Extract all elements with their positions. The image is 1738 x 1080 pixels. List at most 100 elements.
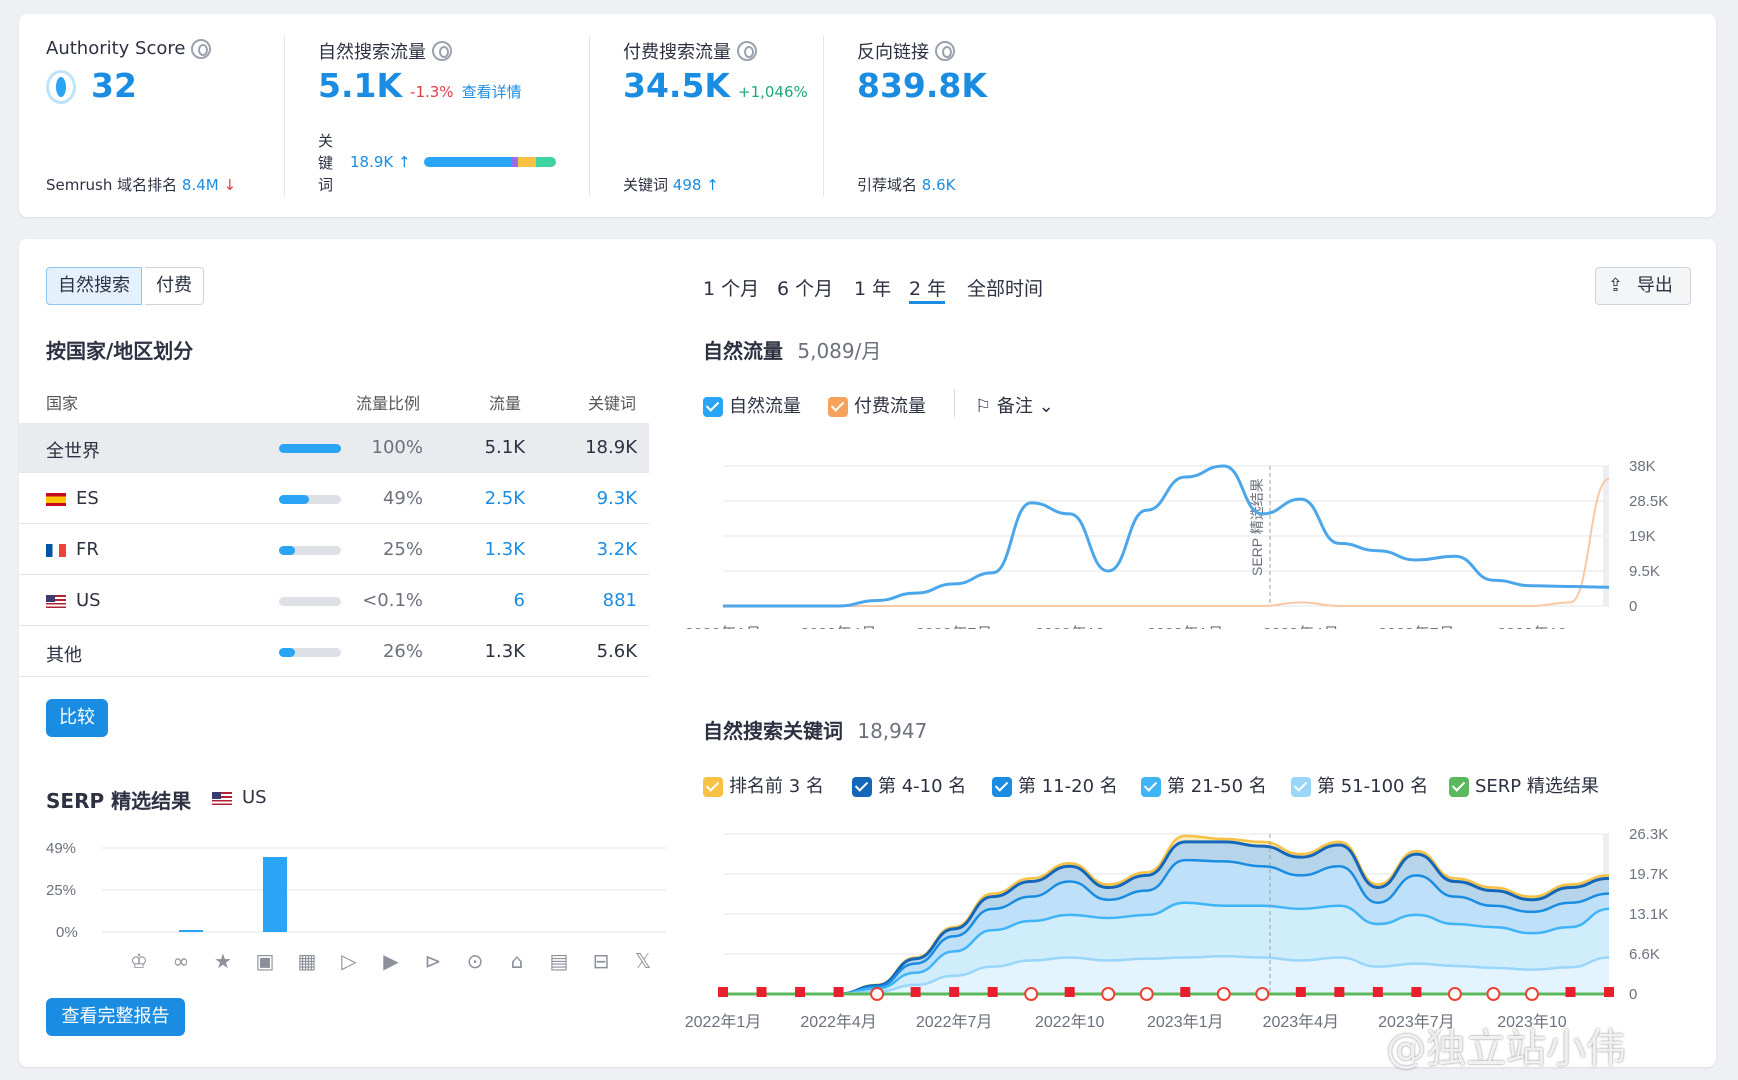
traffic-value[interactable]: 6 (514, 590, 525, 611)
info-icon[interactable] (432, 41, 452, 61)
country-row[interactable]: 全世界 100% 5.1K 18.9K (19, 423, 649, 473)
x-tick-label: 2022年7月 (916, 1013, 993, 1031)
x-tick-label: 2023年4月 (1263, 1013, 1340, 1031)
keywords-value[interactable]: 9.3K (597, 488, 637, 509)
range-6-months[interactable]: 6 个月 (777, 274, 833, 301)
serp-feature-icons: ♔ ∞ ★ ▣ ▦ ▷ ▶ ⊳ ⊙ ⌂ ▤ ⊟ 𝕏 (113, 949, 673, 975)
country-row[interactable]: FR 25% 1.3K 3.2K (19, 525, 649, 575)
google-update-icon (1524, 987, 1539, 1001)
checkbox-icon (1291, 777, 1311, 797)
google-update-icon (1216, 987, 1231, 1001)
google-update-icon (1024, 987, 1039, 1001)
serp-y-tick: 49% (46, 840, 76, 857)
range-2-years[interactable]: 2 年 (909, 274, 946, 301)
referring-domains-label: 引荐域名 (857, 176, 918, 194)
crown-icon[interactable]: ♔ (127, 949, 151, 973)
traffic-chart[interactable]: 0 9.5K 19K 28.5K 38K 2022年1月 2022年4月 2022年7月 202… (683, 429, 1693, 629)
paid-traffic-label: 付费搜索流量 (623, 42, 731, 63)
legend-top3[interactable]: 排名前 3 名 (703, 772, 824, 798)
watermark: @独立站小伟 (1386, 1026, 1626, 1072)
serp-y-tick: 25% (46, 882, 76, 899)
share-value: 25% (382, 539, 423, 560)
image-icon[interactable]: ▣ (253, 949, 277, 973)
video-box-icon[interactable]: ▶ (379, 949, 403, 973)
traffic-chart-subtitle: 5,089/月 (797, 339, 882, 363)
star-icon[interactable]: ★ (211, 949, 235, 973)
tab-paid[interactable]: 付费 (145, 267, 204, 305)
info-icon[interactable] (737, 41, 757, 61)
news-icon[interactable]: ▤ (547, 949, 571, 973)
notes-label: 备注 (996, 396, 1033, 417)
share-bar (279, 495, 341, 504)
up-arrow-icon: ↑ (706, 176, 719, 194)
keywords-value[interactable]: 881 (603, 590, 637, 611)
legend-serp[interactable]: SERP 精选结果 (1449, 772, 1599, 798)
info-icon[interactable] (935, 41, 955, 61)
briefcase-icon[interactable]: ⊟ (589, 949, 613, 973)
x-icon[interactable]: 𝕏 (631, 949, 655, 973)
legend-51-100[interactable]: 第 51-100 名 (1291, 772, 1428, 798)
es-flag-icon (46, 492, 66, 506)
country-row[interactable]: US <0.1% 6 881 (19, 576, 649, 626)
legend-label: 第 21-50 名 (1167, 776, 1267, 797)
notes-dropdown[interactable]: ⚐ 备注 ⌄ (975, 392, 1054, 418)
flag-marker-icon (756, 987, 767, 997)
legend-21-50[interactable]: 第 21-50 名 (1141, 772, 1267, 798)
flag-marker-icon (1411, 987, 1422, 997)
traffic-value[interactable]: 2.5K (485, 488, 525, 509)
image-pack-icon[interactable]: ▦ (295, 949, 319, 973)
legend-organic-label: 自然流量 (729, 396, 801, 417)
graduation-icon[interactable]: ⌂ (505, 949, 529, 973)
organic-traffic-value[interactable]: 5.1K (318, 66, 402, 105)
tab-organic[interactable]: 自然搜索 (46, 267, 142, 305)
y-tick-label: 0 (1629, 986, 1637, 1003)
legend-4-10[interactable]: 第 4-10 名 (852, 772, 966, 798)
referring-domains: 引荐域名 8.6K (857, 174, 956, 195)
share-bar-fill (279, 495, 310, 504)
country-name: 全世界 (46, 441, 100, 462)
x-tick-label: 2022年4月 (800, 625, 877, 629)
traffic-value[interactable]: 1.3K (485, 539, 525, 560)
organic-keywords-value[interactable]: 18.9K (350, 153, 393, 171)
legend-organic[interactable]: 自然流量 (703, 392, 801, 418)
range-1-year[interactable]: 1 年 (854, 274, 891, 301)
up-arrow-icon: ↑ (398, 153, 411, 171)
flag-marker-icon (1334, 987, 1345, 997)
play-icon[interactable]: ⊳ (421, 949, 445, 973)
paid-keywords-label: 关键词 (623, 176, 669, 194)
view-details-link[interactable]: 查看详情 (462, 81, 522, 102)
info-icon[interactable] (191, 38, 212, 59)
legend-paid[interactable]: 付费流量 (828, 392, 926, 418)
country-row[interactable]: ES 49% 2.5K 9.3K (19, 474, 649, 524)
serp-region: US (212, 787, 267, 808)
referring-domains-value[interactable]: 8.6K (922, 176, 956, 194)
divider (589, 36, 590, 196)
checkbox-icon (992, 777, 1012, 797)
video-icon[interactable]: ▷ (337, 949, 361, 973)
flag-marker-icon (1604, 987, 1614, 997)
flag-marker-icon (987, 987, 998, 997)
y-tick-label: 19K (1629, 528, 1656, 545)
checkbox-icon (703, 397, 723, 417)
map-pin-icon[interactable]: ⊙ (463, 949, 487, 973)
organic-traffic-summary: 5.1K -1.3% 查看详情 (318, 66, 522, 105)
legend-11-20[interactable]: 第 11-20 名 (992, 772, 1118, 798)
keywords-value[interactable]: 3.2K (597, 539, 637, 560)
overview-card: Authority Score 32 Semrush 域名排名 8.4M ↓ 自… (19, 14, 1716, 217)
backlinks-value[interactable]: 839.8K (857, 66, 987, 105)
compare-button[interactable]: 比较 (46, 699, 108, 737)
link-icon[interactable]: ∞ (169, 949, 193, 973)
paid-keywords-value[interactable]: 498 (673, 176, 702, 194)
range-1-month[interactable]: 1 个月 (703, 274, 759, 301)
country-row[interactable]: 其他 26% 1.3K 5.6K (19, 627, 649, 677)
range-all-time[interactable]: 全部时间 (967, 274, 1043, 301)
paid-traffic-value[interactable]: 34.5K (623, 66, 730, 105)
full-report-button[interactable]: 查看完整报告 (46, 998, 185, 1036)
x-tick-label: 2023年1月 (1147, 1013, 1224, 1031)
serp-y-tick: 0% (56, 924, 78, 941)
export-button[interactable]: ⇪ 导出 (1595, 267, 1691, 305)
organic-traffic-title: 自然搜索流量 (318, 38, 452, 64)
flag-marker-icon (1565, 987, 1576, 997)
country-section-title: 按国家/地区划分 (46, 339, 194, 363)
semrush-rank-value[interactable]: 8.4M (182, 176, 219, 194)
